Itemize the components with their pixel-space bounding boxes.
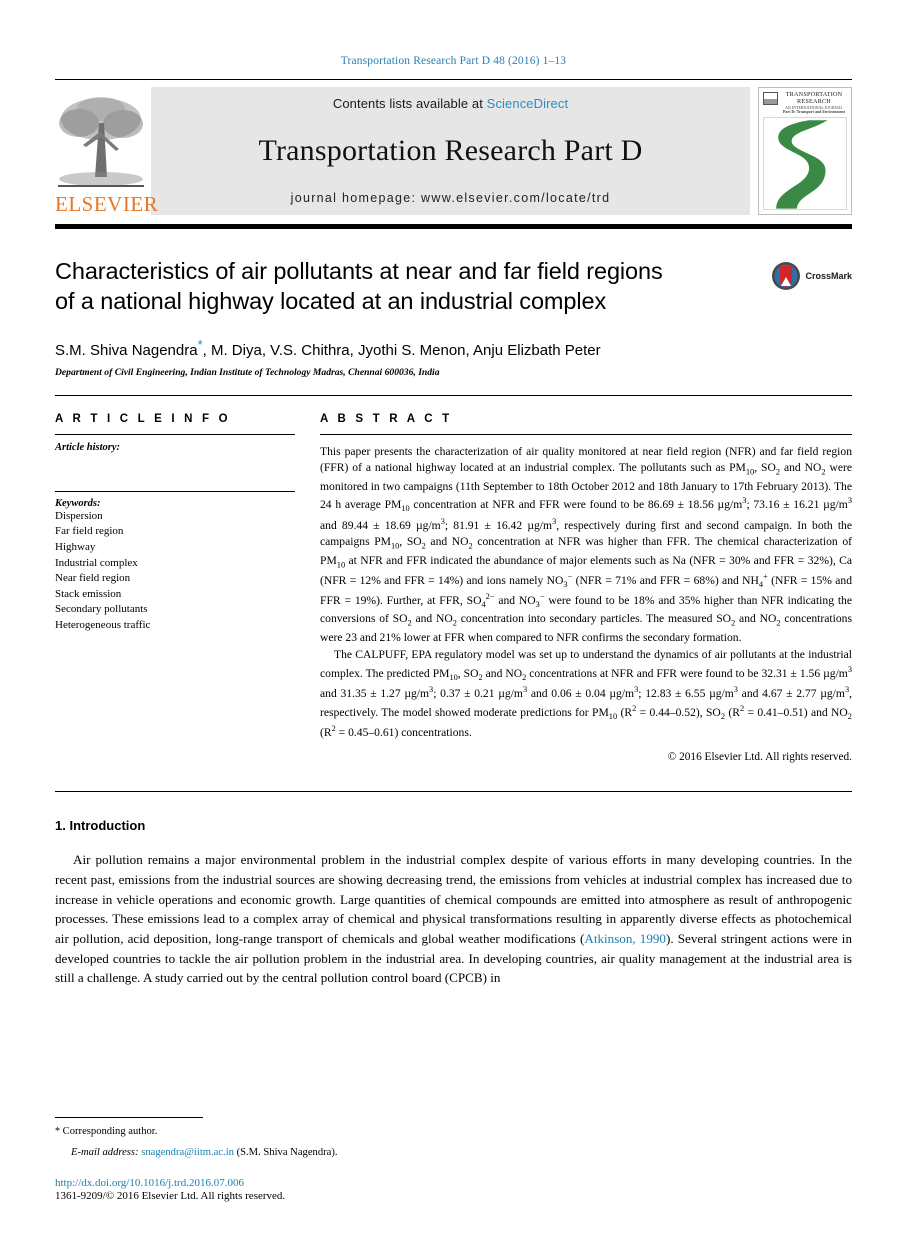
masthead-top-rule bbox=[55, 79, 852, 80]
abs-seg: and NO bbox=[780, 461, 822, 475]
author-list: S.M. Shiva Nagendra*, M. Diya, V.S. Chit… bbox=[55, 337, 762, 359]
abs-seg: = 0.45–0.61) concentrations. bbox=[335, 725, 472, 739]
abs-seg: and 89.44 ± 18.69 µg/m bbox=[320, 518, 441, 532]
masthead-bottom-rule bbox=[55, 224, 852, 229]
abstract-heading: A B S T R A C T bbox=[320, 412, 453, 425]
abs-seg: and NO bbox=[735, 612, 777, 626]
cover-title-line4: Part D: Transport and Environment bbox=[782, 109, 845, 115]
citation-link[interactable]: Atkinson, 1990 bbox=[584, 931, 666, 946]
article-info-rule-top bbox=[55, 433, 295, 435]
abs-seg: (R bbox=[724, 705, 740, 719]
email-label: E-mail address: bbox=[71, 1146, 139, 1158]
journal-cover-thumbnail[interactable]: TRANSPORTATION RESEARCH AN INTERNATIONAL… bbox=[758, 87, 852, 215]
abs-seg: (R bbox=[617, 705, 633, 719]
introduction-top-rule bbox=[55, 791, 852, 793]
abs-seg: ; 12.83 ± 6.55 µg/m bbox=[638, 687, 734, 701]
abstract-body: This paper presents the characterization… bbox=[320, 444, 852, 742]
email-link[interactable]: snagendra@iitm.ac.in bbox=[141, 1147, 234, 1158]
corresponding-author-label: Corresponding author. bbox=[62, 1125, 158, 1137]
abs-seg: and NO bbox=[411, 612, 453, 626]
elsevier-logo: ELSEVIER bbox=[55, 87, 159, 216]
abstract-paragraph-2: The CALPUFF, EPA regulatory model was se… bbox=[320, 648, 853, 739]
article-info-heading: A R T I C L E I N F O bbox=[55, 412, 231, 425]
cover-title-block: TRANSPORTATION RESEARCH AN INTERNATIONAL… bbox=[781, 91, 847, 115]
affiliation: Department of Civil Engineering, Indian … bbox=[55, 366, 440, 378]
winding-road-graphic bbox=[764, 118, 846, 209]
list-item: Dispersion bbox=[55, 509, 103, 522]
keywords-label: Keywords: bbox=[55, 497, 101, 509]
article-history-values bbox=[55, 453, 295, 487]
journal-masthead: ELSEVIER Contents lists available at Sci… bbox=[55, 87, 852, 215]
abs-seg: , SO bbox=[457, 666, 479, 680]
abstract-column: A B S T R A C T This paper presents the … bbox=[320, 412, 852, 764]
crossmark-label: CrossMark bbox=[805, 271, 852, 281]
keywords-list: Dispersion Far field region Highway Indu… bbox=[55, 509, 295, 634]
page-footer: * Corresponding author. E-mail address: … bbox=[55, 1116, 852, 1202]
title-block: CrossMark Characteristics of air polluta… bbox=[55, 257, 852, 378]
abs-seg: = 0.44–0.52), SO bbox=[636, 705, 721, 719]
article-history-label: Article history: bbox=[55, 441, 121, 453]
abs-seg: and 4.67 ± 2.77 µg/m bbox=[737, 687, 845, 701]
issn-copyright-line: 1361-9209/© 2016 Elsevier Ltd. All right… bbox=[55, 1190, 286, 1202]
author-primary: S.M. Shiva Nagendra bbox=[55, 341, 198, 359]
crossmark-icon bbox=[772, 262, 801, 290]
abs-seg: (NFR = 71% and FFR = 68%) and NH bbox=[572, 573, 759, 587]
article-info-rule-mid bbox=[55, 490, 295, 492]
cover-artwork bbox=[763, 117, 847, 210]
list-item: Heterogeneous traffic bbox=[55, 618, 151, 631]
journal-title: Transportation Research Part D bbox=[258, 134, 643, 167]
footnote-marker: * bbox=[55, 1125, 60, 1137]
article-first-page: Transportation Research Part D 48 (2016)… bbox=[0, 0, 907, 1238]
list-item: Secondary pollutants bbox=[55, 603, 148, 616]
abs-seg: concentration into secondary particles. … bbox=[456, 612, 732, 626]
cover-badge-icon bbox=[763, 92, 778, 105]
list-item: Near field region bbox=[55, 572, 131, 585]
email-note: E-mail address: snagendra@iitm.ac.in (S.… bbox=[71, 1145, 852, 1160]
email-owner: (S.M. Shiva Nagendra). bbox=[236, 1146, 338, 1158]
contents-lists-line: Contents lists available at ScienceDirec… bbox=[333, 96, 568, 111]
abs-seg: , SO bbox=[754, 461, 776, 475]
doi-link[interactable]: http://dx.doi.org/10.1016/j.trd.2016.07.… bbox=[55, 1177, 852, 1189]
article-title-line1: Characteristics of air pollutants at nea… bbox=[55, 258, 663, 284]
abs-seg: ; 81.91 ± 16.42 µg/m bbox=[444, 518, 553, 532]
elsevier-tree-icon bbox=[58, 97, 144, 187]
author-rest: , M. Diya, V.S. Chithra, Jyothi S. Menon… bbox=[202, 341, 601, 359]
crossmark-badge[interactable]: CrossMark bbox=[771, 261, 852, 291]
introduction-paragraph: Air pollution remains a major environmen… bbox=[55, 850, 852, 987]
abs-seg: concentrations at NFR and FFR were found… bbox=[526, 666, 848, 680]
abs-seg: and 0.06 ± 0.04 µg/m bbox=[527, 687, 635, 701]
info-abstract-columns: A R T I C L E I N F O Article history: K… bbox=[55, 412, 852, 764]
title-bottom-rule bbox=[55, 394, 852, 396]
journal-homepage-link[interactable]: journal homepage: www.elsevier.com/locat… bbox=[291, 191, 611, 205]
abs-seg: (R bbox=[320, 725, 332, 739]
abstract-paragraph-1: This paper presents the characterization… bbox=[320, 444, 852, 644]
sciencedirect-link[interactable]: ScienceDirect bbox=[487, 96, 569, 111]
abs-seg: concentration at NFR and FFR were found … bbox=[409, 498, 743, 512]
list-item: Industrial complex bbox=[55, 556, 138, 569]
contents-prefix: Contents lists available at bbox=[332, 96, 483, 111]
article-title-line2: of a national highway located at an indu… bbox=[55, 287, 607, 314]
section-heading-introduction: 1. Introduction bbox=[55, 818, 146, 834]
corresponding-author-note: * Corresponding author. bbox=[55, 1124, 852, 1139]
cover-header: TRANSPORTATION RESEARCH AN INTERNATIONAL… bbox=[763, 91, 847, 115]
running-head: Transportation Research Part D 48 (2016)… bbox=[340, 55, 567, 67]
copyright-line: © 2016 Elsevier Ltd. All rights reserved… bbox=[667, 751, 852, 764]
abs-seg: and 31.35 ± 1.27 µg/m bbox=[320, 687, 430, 701]
list-item: Highway bbox=[55, 540, 96, 553]
footnote-rule bbox=[55, 1116, 203, 1118]
list-item: Stack emission bbox=[55, 587, 122, 600]
abs-seg: ; 0.37 ± 0.21 µg/m bbox=[433, 687, 523, 701]
page-title: Characteristics of air pollutants at nea… bbox=[55, 257, 762, 317]
abs-seg: and NO bbox=[494, 593, 536, 607]
abs-seg: = 0.41–0.51) and NO bbox=[744, 705, 848, 719]
article-info-column: A R T I C L E I N F O Article history: K… bbox=[55, 413, 295, 764]
abs-seg: and NO bbox=[482, 666, 523, 680]
abs-seg: ; 73.16 ± 16.21 µg/m bbox=[746, 498, 848, 512]
masthead-center-panel: Contents lists available at ScienceDirec… bbox=[151, 87, 750, 215]
elsevier-wordmark: ELSEVIER bbox=[55, 192, 159, 216]
list-item: Far field region bbox=[55, 525, 124, 538]
abstract-rule bbox=[320, 433, 852, 435]
